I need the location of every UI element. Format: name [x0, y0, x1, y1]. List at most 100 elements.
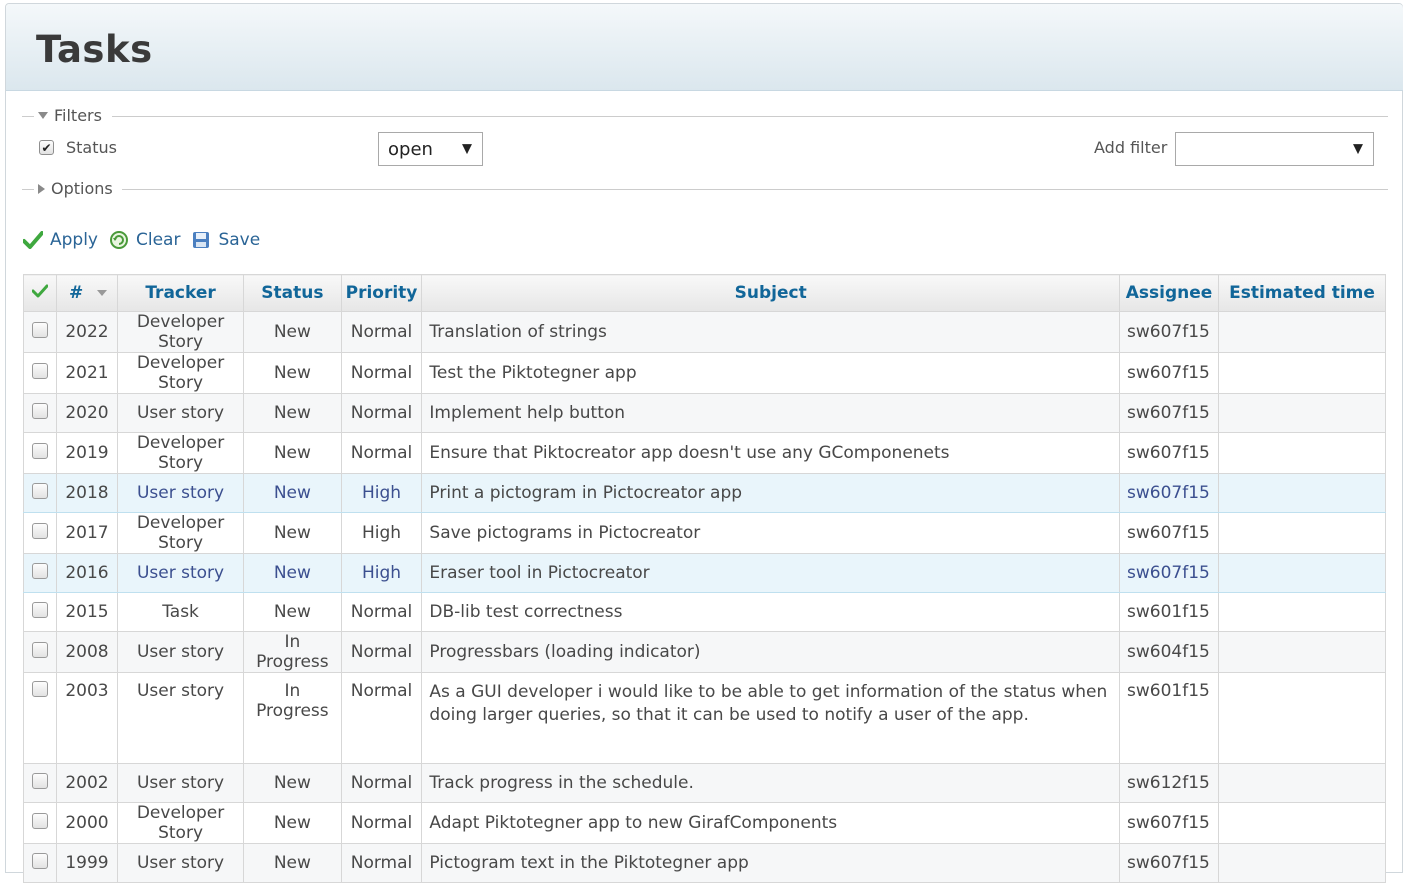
issue-estimated-time [1218, 512, 1386, 554]
issue-status: New [243, 553, 342, 593]
issue-assignee[interactable]: sw607f15 [1119, 802, 1219, 844]
table-row[interactable]: 2018 User story New High Print a pictogram i… [23, 473, 1386, 513]
issue-id[interactable]: 2019 [56, 432, 118, 474]
issue-id[interactable]: 2000 [56, 802, 118, 844]
issue-assignee[interactable]: sw601f15 [1119, 672, 1219, 764]
issue-status: In Progress [243, 672, 342, 764]
issue-subject[interactable]: Translation of strings [421, 311, 1120, 353]
issue-assignee[interactable]: sw607f15 [1119, 553, 1219, 593]
issue-assignee[interactable]: sw607f15 [1119, 352, 1219, 394]
row-checkbox[interactable] [32, 482, 48, 499]
issue-id[interactable]: 2021 [56, 352, 118, 394]
row-checkbox[interactable] [32, 852, 48, 869]
clear-button[interactable]: Clear [108, 229, 180, 251]
column-header-tracker[interactable]: Tracker [116, 274, 245, 312]
table-row[interactable]: 2015 Task New Normal DB-lib test correctness… [23, 592, 1386, 632]
filters-toggle[interactable]: Filters [38, 106, 108, 125]
filters-legend: Filters [54, 106, 102, 125]
issue-assignee[interactable]: sw607f15 [1119, 843, 1219, 883]
row-checkbox[interactable] [32, 812, 48, 829]
issue-assignee[interactable]: sw601f15 [1119, 592, 1219, 632]
issue-tracker: Task [116, 592, 245, 632]
issue-assignee[interactable]: sw607f15 [1119, 311, 1219, 353]
expand-triangle-icon [38, 183, 45, 194]
table-row[interactable]: 2002 User story New Normal Track progress in… [23, 763, 1386, 803]
status-operator-select[interactable]: open ▼ [378, 132, 483, 166]
table-row[interactable]: 2020 User story New Normal Implement help bu… [23, 393, 1386, 433]
row-checkbox[interactable] [32, 402, 48, 419]
issue-subject[interactable]: Test the Piktotegner app [421, 352, 1120, 394]
issue-subject[interactable]: Progressbars (loading indicator) [421, 631, 1120, 673]
row-checkbox[interactable] [32, 522, 48, 539]
select-all-toggle[interactable] [23, 274, 57, 312]
issue-assignee[interactable]: sw607f15 [1119, 512, 1219, 554]
column-header-id[interactable]: # [56, 274, 118, 312]
issue-id[interactable]: 2015 [56, 592, 118, 632]
save-button[interactable]: Save [190, 229, 260, 251]
column-header-assignee[interactable]: Assignee [1119, 274, 1219, 312]
issue-status: New [243, 512, 342, 554]
issue-subject[interactable]: Implement help button [421, 393, 1120, 433]
issue-subject[interactable]: Adapt Piktotegner app to new GirafCompon… [421, 802, 1120, 844]
table-row[interactable]: 1999 User story New Normal Pictogram text in… [23, 843, 1386, 883]
table-row[interactable]: 2016 User story New High Eraser tool in Pict… [23, 553, 1386, 593]
issue-tracker: User story [116, 473, 245, 513]
table-row[interactable]: 2008 User story In Progress Normal Progressb… [23, 631, 1386, 673]
row-select-cell [23, 843, 57, 883]
issue-subject[interactable]: Print a pictogram in Pictocreator app [421, 473, 1120, 513]
row-checkbox[interactable] [32, 772, 48, 789]
issue-id[interactable]: 2002 [56, 763, 118, 803]
issue-subject[interactable]: DB-lib test correctness [421, 592, 1120, 632]
issue-id[interactable]: 2022 [56, 311, 118, 353]
reload-icon [108, 229, 130, 251]
apply-button[interactable]: Apply [22, 229, 98, 251]
row-checkbox[interactable] [32, 601, 48, 618]
column-header-estimated-time[interactable]: Estimated time [1218, 274, 1386, 312]
table-row[interactable]: 2021 Developer Story New Normal Test the Pik… [23, 352, 1386, 394]
issue-id[interactable]: 2008 [56, 631, 118, 673]
table-row[interactable]: 2000 Developer Story New Normal Adapt Piktot… [23, 802, 1386, 844]
issue-id[interactable]: 1999 [56, 843, 118, 883]
issue-estimated-time [1218, 843, 1386, 883]
issue-id[interactable]: 2003 [56, 672, 118, 764]
row-select-cell [23, 393, 57, 433]
issue-assignee[interactable]: sw604f15 [1119, 631, 1219, 673]
issue-id[interactable]: 2016 [56, 553, 118, 593]
checkmark-icon [22, 229, 44, 251]
row-checkbox[interactable] [32, 562, 48, 579]
table-row[interactable]: 2019 Developer Story New Normal Ensure that … [23, 432, 1386, 474]
issue-assignee[interactable]: sw612f15 [1119, 763, 1219, 803]
status-filter-checkbox[interactable]: ✔ [39, 140, 54, 155]
tasks-table: # Tracker Status Priority Subject Assign… [23, 274, 1386, 883]
issue-subject[interactable]: As a GUI developer i would like to be ab… [421, 672, 1120, 764]
table-row[interactable]: 2003 User story In Progress Normal As a GUI … [23, 672, 1386, 764]
options-toggle[interactable]: Options [38, 179, 119, 198]
issue-assignee[interactable]: sw607f15 [1119, 473, 1219, 513]
column-header-priority[interactable]: Priority [340, 274, 423, 312]
issue-subject[interactable]: Save pictograms in Pictocreator [421, 512, 1120, 554]
issue-estimated-time [1218, 553, 1386, 593]
row-checkbox[interactable] [32, 321, 48, 338]
status-filter-row: ✔ Status [39, 138, 117, 157]
issue-tracker: User story [116, 553, 245, 593]
issue-subject[interactable]: Ensure that Piktocreator app doesn't use… [421, 432, 1120, 474]
row-checkbox[interactable] [32, 681, 48, 697]
issue-assignee[interactable]: sw607f15 [1119, 393, 1219, 433]
issue-subject[interactable]: Track progress in the schedule. [421, 763, 1120, 803]
issue-id[interactable]: 2020 [56, 393, 118, 433]
row-checkbox[interactable] [32, 641, 48, 658]
row-select-cell [23, 473, 57, 513]
issue-id[interactable]: 2018 [56, 473, 118, 513]
issue-subject[interactable]: Pictogram text in the Piktotegner app [421, 843, 1120, 883]
row-checkbox[interactable] [32, 362, 48, 379]
column-header-status[interactable]: Status [243, 274, 342, 312]
column-header-subject[interactable]: Subject [421, 274, 1120, 312]
row-checkbox[interactable] [32, 442, 48, 459]
issue-assignee[interactable]: sw607f15 [1119, 432, 1219, 474]
status-filter-label: Status [66, 138, 117, 157]
table-row[interactable]: 2022 Developer Story New Normal Translation … [23, 311, 1386, 353]
add-filter-select[interactable]: ▼ [1175, 132, 1374, 166]
table-row[interactable]: 2017 Developer Story New High Save pictogram… [23, 512, 1386, 554]
issue-id[interactable]: 2017 [56, 512, 118, 554]
issue-subject[interactable]: Eraser tool in Pictocreator [421, 553, 1120, 593]
